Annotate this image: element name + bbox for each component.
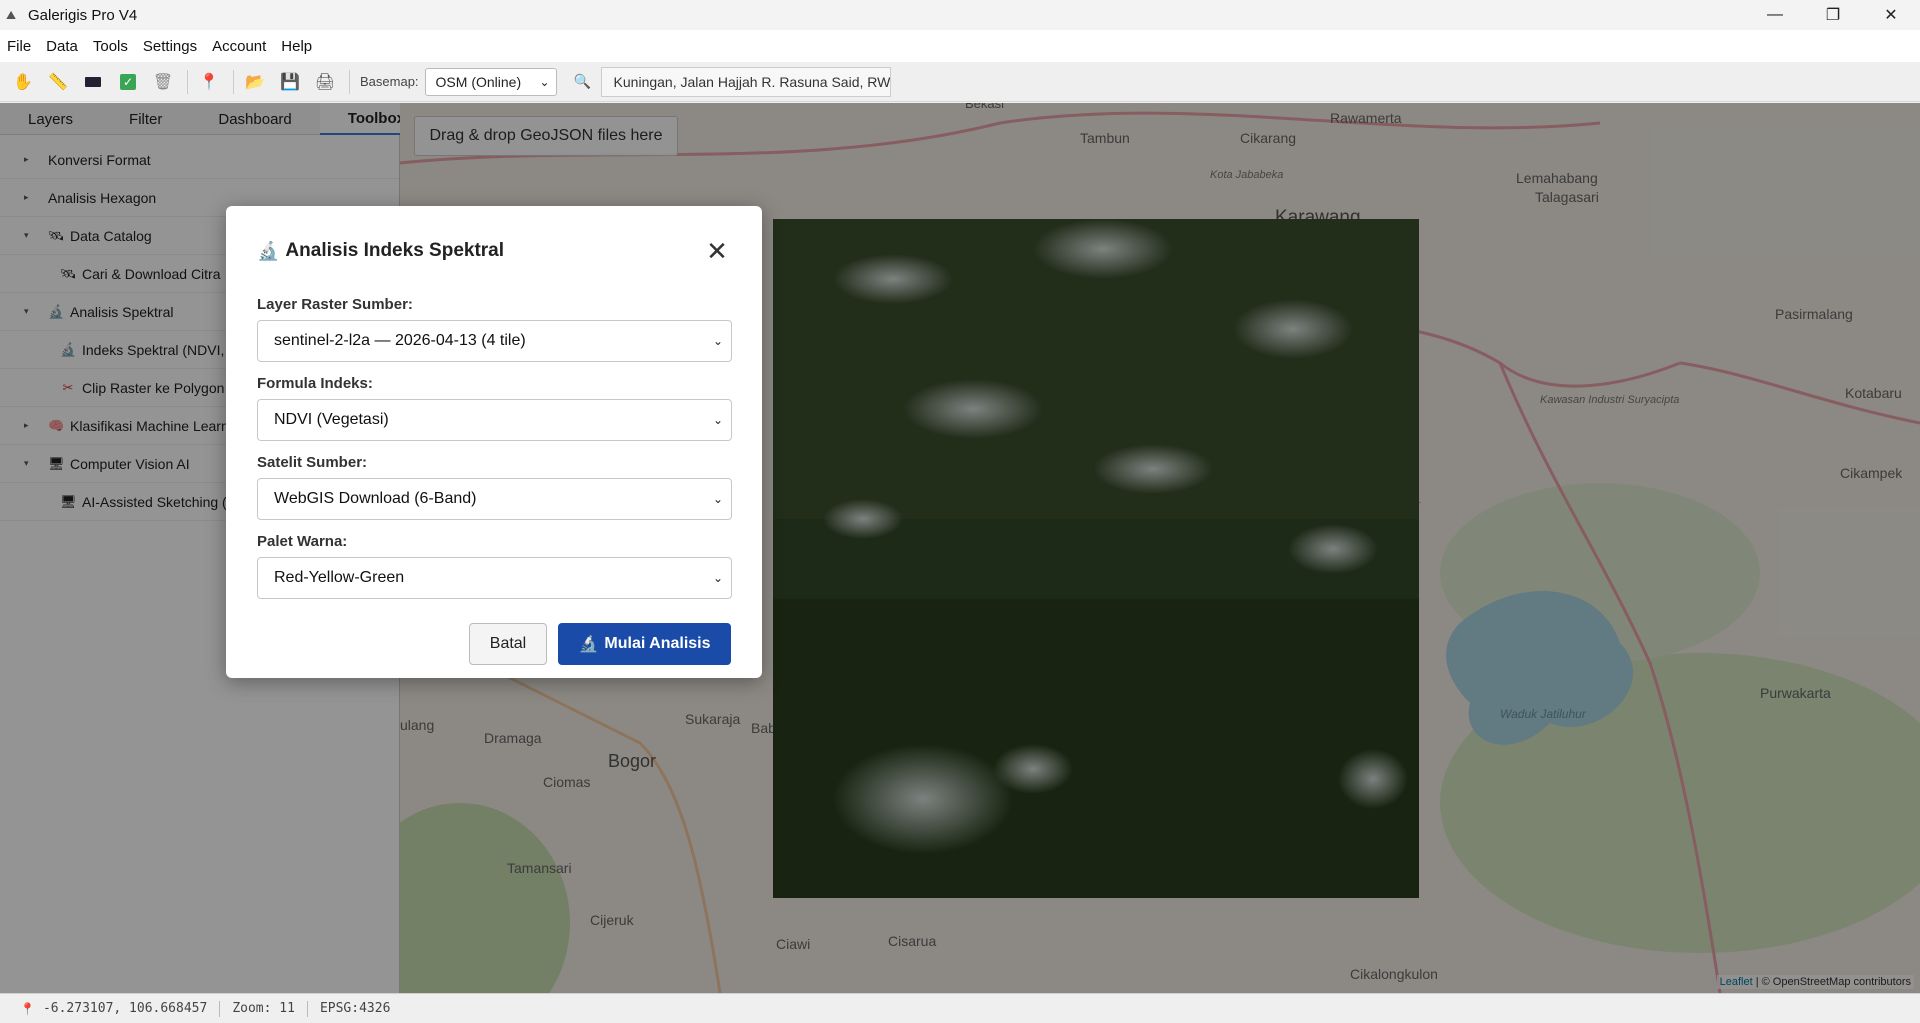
palette-select[interactable]: Red-Yellow-Green ⌄ — [257, 557, 732, 599]
formula-select[interactable]: NDVI (Vegetasi) ⌄ — [257, 399, 732, 441]
field-label: Layer Raster Sumber: — [257, 296, 413, 313]
field-layer-raster: Layer Raster Sumber: sentinel-2-l2a — 20… — [257, 296, 732, 362]
chevron-down-icon: ⌄ — [539, 74, 550, 89]
search-icon[interactable]: 🔍 — [569, 68, 597, 96]
status-bar: 📍 -6.273107, 106.668457 Zoom: 11 EPSG:43… — [0, 993, 1920, 1023]
dialog-header: 🔬 Analisis Indeks Spektral ✕ — [257, 206, 731, 296]
print-icon[interactable]: 🖨 — [314, 71, 336, 93]
app-icon: ⛰ — [6, 8, 17, 22]
save-icon[interactable]: 💾 — [279, 71, 301, 93]
status-separator — [306, 1000, 308, 1017]
close-icon[interactable]: ✕ — [703, 238, 731, 264]
layer-raster-select[interactable]: sentinel-2-l2a — 2026-04-13 (4 tile) ⌄ — [257, 320, 732, 362]
menu-file[interactable]: File — [7, 38, 31, 55]
minimize-button[interactable]: — — [1746, 0, 1804, 30]
start-analysis-button[interactable]: 🔬 Mulai Analisis — [558, 623, 731, 665]
select-value: WebGIS Download (6-Band) — [274, 490, 477, 507]
window-title: Galerigis Pro V4 — [28, 6, 138, 24]
select-value: sentinel-2-l2a — 2026-04-13 (4 tile) — [274, 332, 526, 349]
hand-icon[interactable]: ✋ — [12, 71, 34, 93]
field-palette: Palet Warna: Red-Yellow-Green ⌄ — [257, 533, 732, 599]
pin-icon[interactable]: 📍 — [198, 71, 220, 93]
basemap-label: Basemap: — [360, 74, 419, 89]
ruler-icon[interactable]: 📏 — [47, 71, 69, 93]
trash-icon[interactable]: 🗑 — [152, 71, 174, 93]
menu-bar: File Data Tools Settings Account Help — [0, 30, 1920, 62]
field-label: Formula Indeks: — [257, 375, 373, 392]
toolbar-separator — [187, 69, 188, 94]
menu-help[interactable]: Help — [281, 38, 312, 55]
field-label: Palet Warna: — [257, 533, 348, 550]
dialog-title: 🔬 Analisis Indeks Spektral — [257, 240, 504, 262]
pin-icon: 📍 — [20, 1001, 35, 1016]
cancel-button[interactable]: Batal — [469, 623, 547, 665]
window-controls: — ❐ ✕ — [1746, 0, 1920, 30]
menu-account[interactable]: Account — [212, 38, 266, 55]
zoom-level: Zoom: 11 — [232, 1001, 295, 1016]
search-input[interactable] — [600, 66, 891, 97]
title-bar: ⛰ Galerigis Pro V4 — ❐ ✕ — [0, 0, 1920, 30]
microscope-icon: 🔬 — [257, 240, 280, 261]
start-analysis-label: Mulai Analisis — [604, 635, 711, 652]
menu-tools[interactable]: Tools — [93, 38, 128, 55]
menu-settings[interactable]: Settings — [143, 38, 197, 55]
satellite-select[interactable]: WebGIS Download (6-Band) ⌄ — [257, 478, 732, 520]
maximize-button[interactable]: ❐ — [1804, 0, 1862, 30]
chevron-down-icon: ⌄ — [712, 571, 723, 585]
chevron-down-icon: ⌄ — [712, 413, 723, 427]
chevron-down-icon: ⌄ — [712, 334, 723, 348]
select-value: NDVI (Vegetasi) — [274, 411, 389, 428]
close-window-button[interactable]: ✕ — [1862, 0, 1920, 30]
status-separator — [219, 1000, 221, 1017]
dialog-title-text: Analisis Indeks Spektral — [285, 240, 505, 261]
basemap-select[interactable]: OSM (Online) ⌄ — [424, 67, 557, 96]
field-label: Satelit Sumber: — [257, 454, 368, 471]
microscope-icon: 🔬 — [578, 636, 599, 653]
toolbar: ✋ 📏 ✓ 🗑 📍 📂 💾 🖨 Basemap: OSM (Online) ⌄ … — [0, 62, 1920, 102]
select-value: Red-Yellow-Green — [274, 569, 405, 586]
folder-icon[interactable]: 📂 — [244, 71, 266, 93]
checkmark-icon[interactable]: ✓ — [117, 71, 139, 93]
projection-code: EPSG:4326 — [319, 1001, 391, 1016]
spectral-index-dialog: 🔬 Analisis Indeks Spektral ✕ Layer Raste… — [226, 206, 762, 678]
field-formula: Formula Indeks: NDVI (Vegetasi) ⌄ — [257, 375, 732, 441]
menu-data[interactable]: Data — [46, 38, 78, 55]
toolbar-separator — [349, 69, 350, 94]
chevron-down-icon: ⌄ — [712, 492, 723, 506]
rectangle-icon[interactable] — [82, 71, 104, 93]
cursor-coordinates: -6.273107, 106.668457 — [42, 1001, 208, 1016]
basemap-value: OSM (Online) — [435, 73, 522, 90]
field-satellite: Satelit Sumber: WebGIS Download (6-Band)… — [257, 454, 732, 520]
toolbar-separator — [233, 69, 234, 94]
dialog-buttons: Batal 🔬 Mulai Analisis — [257, 623, 731, 665]
